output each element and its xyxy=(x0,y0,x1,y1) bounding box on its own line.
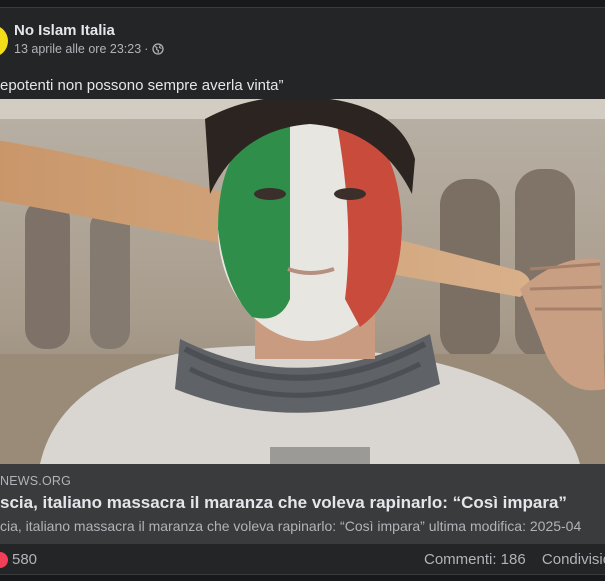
post-header: No Islam Italia 13 aprile alle ore 23:23… xyxy=(0,8,605,66)
man-face-painted-photo xyxy=(0,99,605,464)
link-preview-image[interactable] xyxy=(0,99,605,464)
page-name-link[interactable]: No Islam Italia xyxy=(14,22,115,39)
reaction-count: 580 xyxy=(12,551,38,568)
shares-count[interactable]: Condivisio xyxy=(542,551,605,568)
link-domain: NEWS.ORG xyxy=(0,474,72,488)
link-preview[interactable]: NEWS.ORG scia, italiano massacra il mara… xyxy=(0,464,605,544)
meta-separator: · xyxy=(144,42,149,56)
post-timestamp[interactable]: 13 aprile alle ore 23:23 xyxy=(14,42,141,56)
comments-count[interactable]: Commenti: 186 xyxy=(424,551,526,568)
post-footer: 580 Commenti: 186 Condivisio xyxy=(0,544,605,574)
post-meta: 13 aprile alle ore 23:23 · xyxy=(14,42,165,56)
post-text: epotenti non possono sempre averla vinta… xyxy=(0,77,284,94)
heart-reaction-icon xyxy=(0,551,8,568)
post-stats: Commenti: 186 Condivisio xyxy=(424,551,605,568)
link-headline[interactable]: scia, italiano massacra il maranza che v… xyxy=(0,493,567,513)
post-card: No Islam Italia 13 aprile alle ore 23:23… xyxy=(0,7,605,575)
reactions-summary[interactable]: 580 xyxy=(0,551,37,568)
link-description: cia, italiano massacra il maranza che vo… xyxy=(0,518,582,534)
globe-icon[interactable] xyxy=(152,43,165,55)
page-avatar[interactable] xyxy=(0,25,8,57)
